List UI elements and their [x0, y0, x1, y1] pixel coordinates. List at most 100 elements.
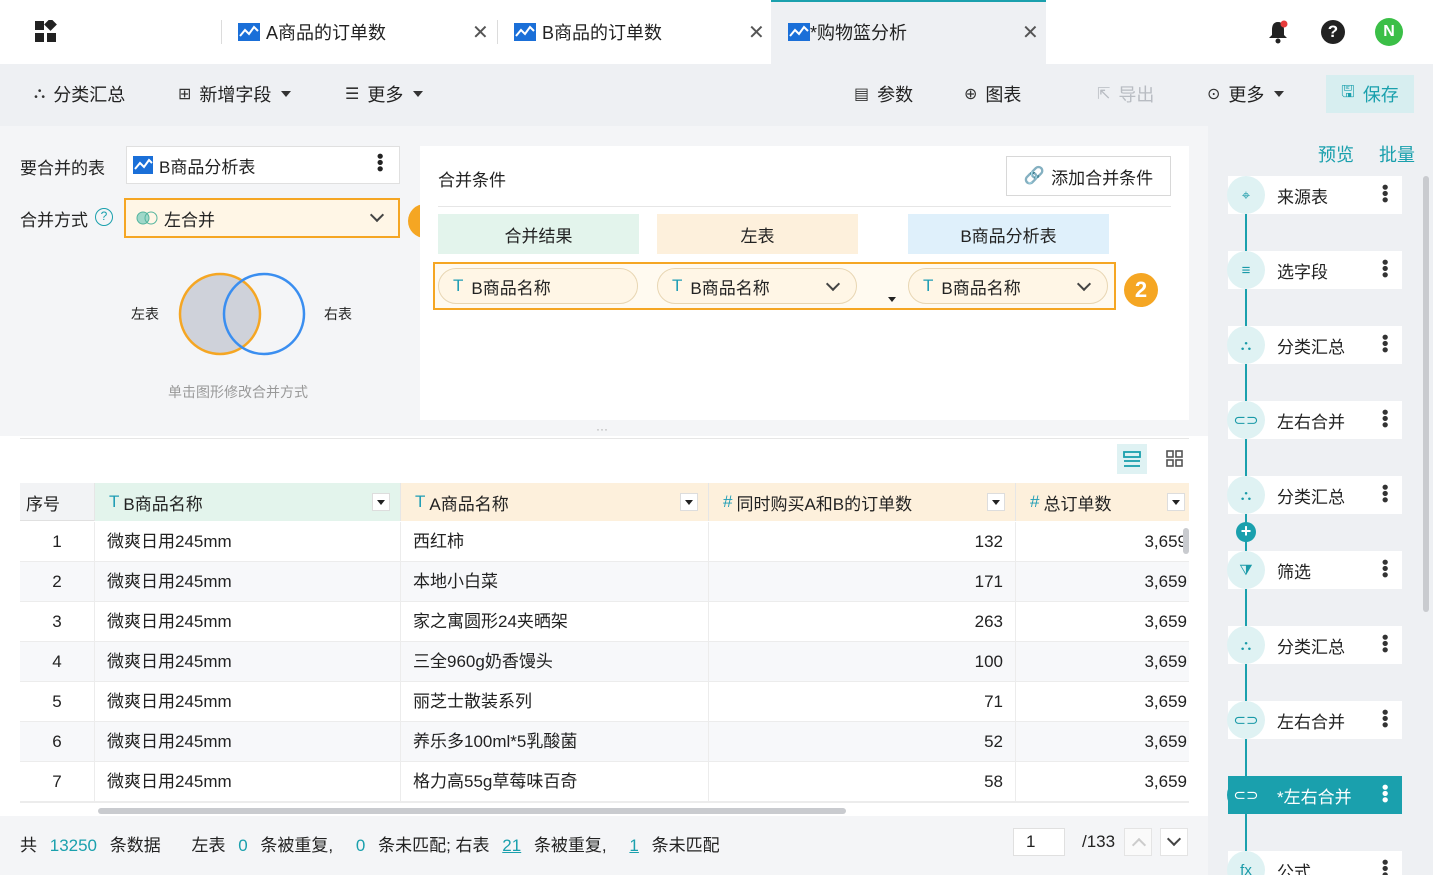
- avatar[interactable]: N: [1375, 18, 1403, 46]
- column-dropdown-icon[interactable]: [372, 493, 390, 511]
- col-header-left: 左表: [657, 214, 858, 254]
- table-row[interactable]: 1 微爽日用245mm 西红柿 132 3,659: [20, 522, 1189, 562]
- table-row[interactable]: 4 微爽日用245mm 三全960g奶香馒头 100 3,659: [20, 642, 1189, 682]
- column-dropdown-icon[interactable]: [680, 493, 698, 511]
- save-label: 保存: [1362, 85, 1399, 105]
- preview-link[interactable]: 预览: [1318, 141, 1354, 167]
- left-field-select[interactable]: T B商品名称: [657, 268, 857, 304]
- list-view-toggle[interactable]: [1117, 444, 1147, 474]
- help-icon[interactable]: ?: [1321, 20, 1345, 44]
- step-label: 分类汇总: [1277, 337, 1345, 357]
- step-item[interactable]: ≡ 选字段 •••: [1227, 251, 1402, 289]
- tab-basket-analysis[interactable]: *购物篮分析 ✕: [788, 0, 1044, 64]
- more-vertical-icon[interactable]: •••: [1375, 784, 1395, 803]
- col-header-result: 合并结果: [438, 214, 639, 254]
- save-button[interactable]: 🖫 保存: [1326, 75, 1414, 113]
- page-input[interactable]: 1: [1013, 828, 1065, 856]
- page-down-button[interactable]: [1160, 828, 1188, 856]
- more-vertical-icon[interactable]: •••: [1375, 334, 1395, 353]
- table-row[interactable]: 6 微爽日用245mm 养乐多100ml*5乳酸菌 52 3,659: [20, 722, 1189, 762]
- total-orders-cell: 3,659: [1144, 652, 1187, 671]
- close-icon[interactable]: ✕: [1022, 20, 1039, 45]
- step-item[interactable]: ⛬ 分类汇总 •••: [1227, 476, 1402, 514]
- col-header-total-orders[interactable]: # 总订单数: [1016, 483, 1189, 521]
- more-vertical-icon[interactable]: •••: [1375, 559, 1395, 578]
- more-right-button[interactable]: ⊙ 更多: [1207, 80, 1285, 108]
- left-join-icon: [136, 211, 158, 225]
- table-row[interactable]: 3 微爽日用245mm 家之寓圆形24夹晒架 263 3,659: [20, 602, 1189, 642]
- chart-button[interactable]: ⊕ 图表: [964, 80, 1021, 108]
- right-dup-link[interactable]: 21: [502, 836, 521, 855]
- merge-icon: ⊂⊃: [1227, 776, 1265, 814]
- venn-diagram[interactable]: [178, 271, 308, 357]
- step-item[interactable]: ⊂⊃ *左右合并 •••: [1227, 776, 1402, 814]
- notification-bell-icon[interactable]: [1267, 20, 1289, 44]
- b-product-cell: 微爽日用245mm: [95, 562, 401, 602]
- more-vertical-icon[interactable]: •••: [1375, 859, 1395, 875]
- tab-a-orders[interactable]: A商品的订单数 ✕: [238, 0, 498, 64]
- right-unmatched-link[interactable]: 1: [629, 836, 638, 855]
- table-row[interactable]: 2 微爽日用245mm 本地小白菜 171 3,659: [20, 562, 1189, 602]
- group-icon: ⛬: [1227, 326, 1265, 364]
- table-row[interactable]: 7 微爽日用245mm 格力高55g草莓味百奇 58 3,659: [20, 762, 1189, 802]
- batch-link[interactable]: 批量: [1379, 141, 1415, 167]
- more-vertical-icon[interactable]: •••: [1375, 184, 1395, 203]
- more-vertical-icon[interactable]: •••: [1375, 484, 1395, 503]
- row-index: 5: [20, 682, 95, 722]
- row-index: 2: [20, 562, 95, 602]
- step-item[interactable]: ⛬ 分类汇总 •••: [1227, 626, 1402, 664]
- column-dropdown-icon[interactable]: [987, 493, 1005, 511]
- group-summary-button[interactable]: ⛬ 分类汇总: [34, 80, 125, 108]
- params-button[interactable]: ▤ 参数: [854, 80, 913, 108]
- sidebar-scrollbar[interactable]: [1423, 176, 1429, 612]
- grid-view-toggle[interactable]: [1160, 444, 1190, 474]
- step-item[interactable]: fx 公式 •••: [1227, 851, 1402, 875]
- col-header-both-orders[interactable]: # 同时购买A和B的订单数: [709, 483, 1016, 521]
- step-item[interactable]: ⊂⊃ 左右合并 •••: [1227, 701, 1402, 739]
- add-condition-button[interactable]: 🔗 添加合并条件: [1006, 156, 1171, 196]
- export-icon: ⇱: [1097, 86, 1111, 103]
- step-item[interactable]: ⛬ 分类汇总 •••: [1227, 326, 1402, 364]
- result-field-label: B商品名称: [471, 278, 551, 298]
- vertical-scrollbar[interactable]: [1183, 528, 1189, 554]
- col-header-b-name[interactable]: T B商品名称: [95, 483, 401, 521]
- chevron-down-icon: [369, 207, 385, 223]
- step-item[interactable]: ⊂⊃ 左右合并 •••: [1227, 401, 1402, 439]
- merge-table-select[interactable]: B商品分析表 •••: [126, 146, 400, 184]
- table-row[interactable]: 5 微爽日用245mm 丽芝士散装系列 71 3,659: [20, 682, 1189, 722]
- resize-handle[interactable]: ···: [596, 422, 608, 436]
- list-icon: ☰: [345, 86, 360, 103]
- step-item[interactable]: ⧩ 筛选 •••: [1227, 551, 1402, 589]
- tab-b-orders[interactable]: B商品的订单数 ✕: [514, 0, 770, 64]
- col-header-label: A商品名称: [429, 494, 509, 514]
- export-button[interactable]: ⇱ 导出: [1097, 80, 1154, 108]
- more-vertical-icon[interactable]: •••: [1375, 259, 1395, 278]
- col-header-a-name[interactable]: T A商品名称: [401, 483, 709, 521]
- params-label: 参数: [877, 85, 914, 105]
- more-vertical-icon[interactable]: •••: [1375, 634, 1395, 653]
- more-vertical-icon[interactable]: •••: [370, 153, 390, 172]
- venn-left-label: 左表: [131, 306, 159, 322]
- more-vertical-icon[interactable]: •••: [1375, 709, 1395, 728]
- add-step-icon[interactable]: +: [1236, 522, 1256, 542]
- page-up-button[interactable]: [1124, 828, 1152, 856]
- close-icon[interactable]: ✕: [748, 20, 765, 45]
- group-icon: ⛬: [34, 85, 46, 102]
- help-circle-icon[interactable]: ?: [95, 208, 113, 226]
- app-grid-icon[interactable]: [34, 18, 58, 44]
- more-vertical-icon[interactable]: •••: [1375, 409, 1395, 428]
- total-count: 13250: [49, 836, 98, 855]
- horizontal-scrollbar[interactable]: [98, 808, 846, 814]
- merge-method-select[interactable]: 左合并: [124, 198, 400, 238]
- footer-text: 条未匹配; 右表: [378, 836, 490, 855]
- more-left-button[interactable]: ☰ 更多: [345, 80, 424, 108]
- operator-dropdown-icon[interactable]: [888, 297, 896, 302]
- footer-text: 条被重复,: [533, 836, 607, 855]
- b-product-cell: 微爽日用245mm: [95, 642, 401, 682]
- close-icon[interactable]: ✕: [472, 20, 489, 45]
- right-field-select[interactable]: T B商品名称: [908, 268, 1108, 304]
- step-label: 筛选: [1277, 562, 1311, 582]
- step-item[interactable]: ⌖ 来源表 •••: [1227, 176, 1402, 214]
- add-field-button[interactable]: ⊞ 新增字段: [178, 80, 292, 108]
- column-dropdown-icon[interactable]: [1167, 493, 1185, 511]
